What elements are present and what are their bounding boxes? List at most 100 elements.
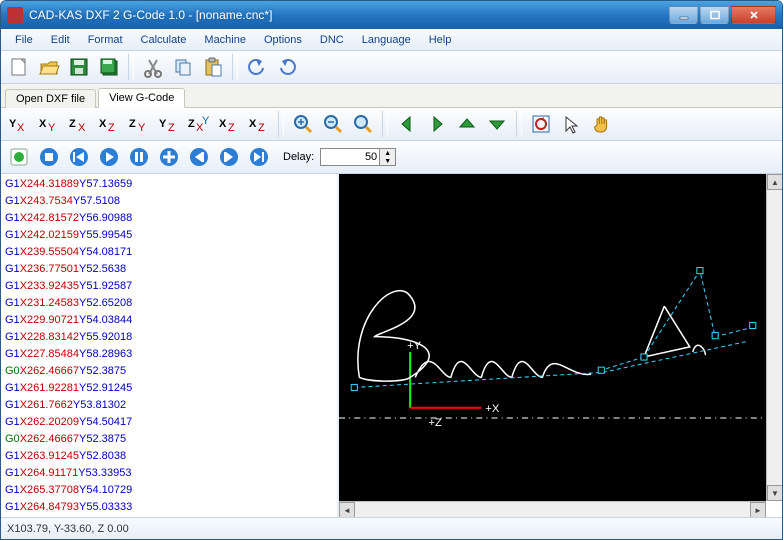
redo-button[interactable] [273,53,301,81]
gcode-line[interactable]: G1X244.31889Y57.13659 [5,176,333,193]
axis-xz2-button[interactable]: XZ [215,110,243,138]
canvas-svg: +Y +X +Z [339,174,766,501]
axis-yx-button[interactable]: YX [5,110,33,138]
svg-text:Z: Z [108,122,115,134]
pan-left-button[interactable] [393,110,421,138]
menu-help[interactable]: Help [421,31,460,49]
gcode-line[interactable]: G1X261.7662Y53.81302 [5,397,333,414]
zoomout-button[interactable] [319,110,347,138]
stop-button[interactable] [35,143,63,171]
pan-right-button[interactable] [423,110,451,138]
svg-text:Z: Z [168,122,175,134]
hscrollbar[interactable]: ◄ ► [339,501,766,517]
maximize-button[interactable] [700,6,729,24]
prev-button[interactable] [185,143,213,171]
zoomin-button[interactable] [289,110,317,138]
zoomfit-button[interactable] [349,110,377,138]
axis-zy-button[interactable]: ZY [125,110,153,138]
axis-x-label: +X [485,403,500,415]
gcode-line[interactable]: G1X264.84793Y55.03333 [5,499,333,516]
menu-calculate[interactable]: Calculate [133,31,195,49]
hscroll-right[interactable]: ► [750,502,766,517]
gcode-line[interactable]: G1X239.55504Y54.08171 [5,244,333,261]
gcode-listing[interactable]: G1X244.31889Y57.13659G1X243.7534Y57.5108… [1,174,337,517]
axis-zx-button[interactable]: ZX [65,110,93,138]
svg-text:X: X [39,118,47,130]
vscrollbar[interactable]: ▲ ▼ [766,174,782,501]
menu-dnc[interactable]: DNC [312,31,352,49]
gcode-line[interactable]: G1X264.91171Y53.33953 [5,465,333,482]
gcode-line[interactable]: G1X261.92281Y52.91245 [5,380,333,397]
viewport[interactable]: +Y +X +Z [339,174,766,501]
gcode-line[interactable]: G1X265.37708Y54.10729 [5,482,333,499]
svg-text:X: X [99,118,107,130]
play-button[interactable] [95,143,123,171]
delay-down[interactable]: ▼ [380,157,395,165]
copy-button[interactable] [169,53,197,81]
saveall-button[interactable] [95,53,123,81]
delay-spinner[interactable]: ▲▼ [320,147,396,167]
gcode-line[interactable]: G1X231.24583Y52.65208 [5,295,333,312]
statusbar: X103.79, Y-33.60, Z 0.00 [1,517,782,539]
menu-edit[interactable]: Edit [43,31,78,49]
gcode-line[interactable]: G1X228.83142Y55.92018 [5,329,333,346]
gcode-line[interactable]: G1X229.90721Y54.03844 [5,312,333,329]
cursor-tool-button[interactable] [557,110,585,138]
gcode-line[interactable]: G1X243.7534Y57.5108 [5,193,333,210]
tab-view-gcode[interactable]: View G-Code [98,88,185,108]
close-button[interactable] [731,6,776,24]
paste-button[interactable] [199,53,227,81]
delay-up[interactable]: ▲ [380,149,395,157]
svg-text:Z: Z [188,118,195,130]
new-button[interactable] [5,53,33,81]
svg-text:X: X [78,122,86,134]
content-area: G1X244.31889Y57.13659G1X243.7534Y57.5108… [1,174,782,517]
record-button[interactable] [5,143,33,171]
undo-button[interactable] [243,53,271,81]
rotate-tool-button[interactable] [527,110,555,138]
vscroll-up[interactable]: ▲ [767,174,782,190]
hand-tool-button[interactable] [587,110,615,138]
delay-input[interactable] [320,148,380,166]
status-coords: X103.79, Y-33.60, Z 0.00 [7,523,129,535]
gcode-line[interactable]: G1X263.91245Y52.8038 [5,448,333,465]
first-button[interactable] [65,143,93,171]
axis-zxy-button[interactable]: ZXY [185,110,213,138]
gcode-line[interactable]: G1X242.81572Y56.90988 [5,210,333,227]
gcode-pane: G1X244.31889Y57.13659G1X243.7534Y57.5108… [1,174,339,517]
tab-open-dxf[interactable]: Open DXF file [5,89,96,108]
view-toolbar: YX XY ZX XZ ZY YZ ZXY XZ XZ [1,108,782,141]
pan-up-button[interactable] [453,110,481,138]
open-button[interactable] [35,53,63,81]
menu-file[interactable]: File [7,31,41,49]
save-button[interactable] [65,53,93,81]
last-button[interactable] [245,143,273,171]
hscroll-left[interactable]: ◄ [339,502,355,517]
next-button[interactable] [215,143,243,171]
cut-button[interactable] [139,53,167,81]
pan-down-button[interactable] [483,110,511,138]
minimize-button[interactable] [669,6,698,24]
right-pane: +Y +X +Z [339,174,782,517]
gcode-line[interactable]: G0X262.46667Y52.3875 [5,363,333,380]
gcode-line[interactable]: G1X242.02159Y55.99545 [5,227,333,244]
gcode-line[interactable]: G1X227.85484Y58.28963 [5,346,333,363]
gcode-line[interactable]: G1X236.77501Y52.5638 [5,261,333,278]
axis-xz3-button[interactable]: XZ [245,110,273,138]
gcode-line[interactable]: G1X262.20209Y54.50417 [5,414,333,431]
plus-button[interactable] [155,143,183,171]
menu-machine[interactable]: Machine [196,31,254,49]
gcode-line[interactable]: G0X262.46667Y52.3875 [5,431,333,448]
axis-xz-button[interactable]: XZ [95,110,123,138]
pause-button[interactable] [125,143,153,171]
axis-z-label: +Z [428,417,442,429]
axis-xy-button[interactable]: XY [35,110,63,138]
menu-options[interactable]: Options [256,31,310,49]
axis-yz-button[interactable]: YZ [155,110,183,138]
menu-language[interactable]: Language [354,31,419,49]
vscroll-down[interactable]: ▼ [767,485,782,501]
menu-format[interactable]: Format [80,31,131,49]
svg-text:Z: Z [258,122,265,134]
gcode-line[interactable]: G1X233.92435Y51.92587 [5,278,333,295]
app-window: CAD-KAS DXF 2 G-Code 1.0 - [noname.cnc*]… [0,0,783,540]
